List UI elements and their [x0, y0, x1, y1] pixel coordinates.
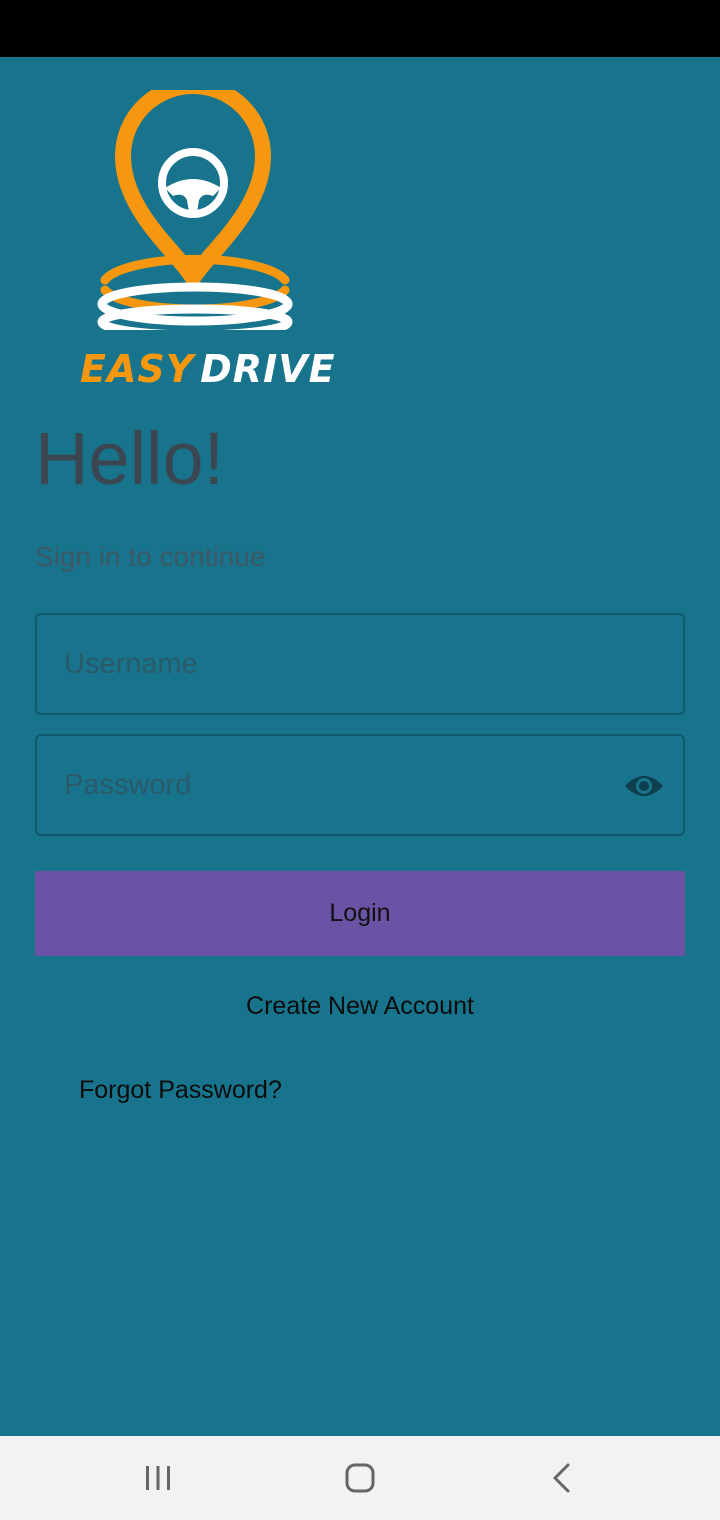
back-icon[interactable] [532, 1458, 592, 1498]
map-pin-steering-wheel-icon [97, 90, 293, 330]
system-nav-bar [0, 1436, 720, 1520]
recents-icon[interactable] [128, 1458, 188, 1498]
page-subtitle: Sign in to continue [35, 541, 266, 572]
home-icon[interactable] [330, 1458, 390, 1498]
status-bar [0, 0, 720, 57]
login-screen: EASYDRIVE Hello! Sign in to continue Log… [0, 57, 720, 1436]
username-input[interactable] [37, 615, 683, 713]
username-field [35, 613, 685, 715]
password-input[interactable] [37, 736, 683, 834]
easy-drive-logo: EASY DRIVE [75, 90, 335, 395]
logo-word-drive: DRIVE [200, 347, 336, 391]
page-title: Hello! [35, 417, 225, 500]
login-button[interactable]: Login [35, 871, 685, 956]
create-account-link[interactable]: Create New Account [0, 989, 720, 1023]
logo-word-easy: EASY [80, 347, 195, 391]
forgot-password-link[interactable]: Forgot Password? [79, 1073, 282, 1107]
eye-icon[interactable] [623, 768, 665, 804]
logo-wordmark: EASY DRIVE [80, 350, 336, 388]
password-field [35, 734, 685, 836]
